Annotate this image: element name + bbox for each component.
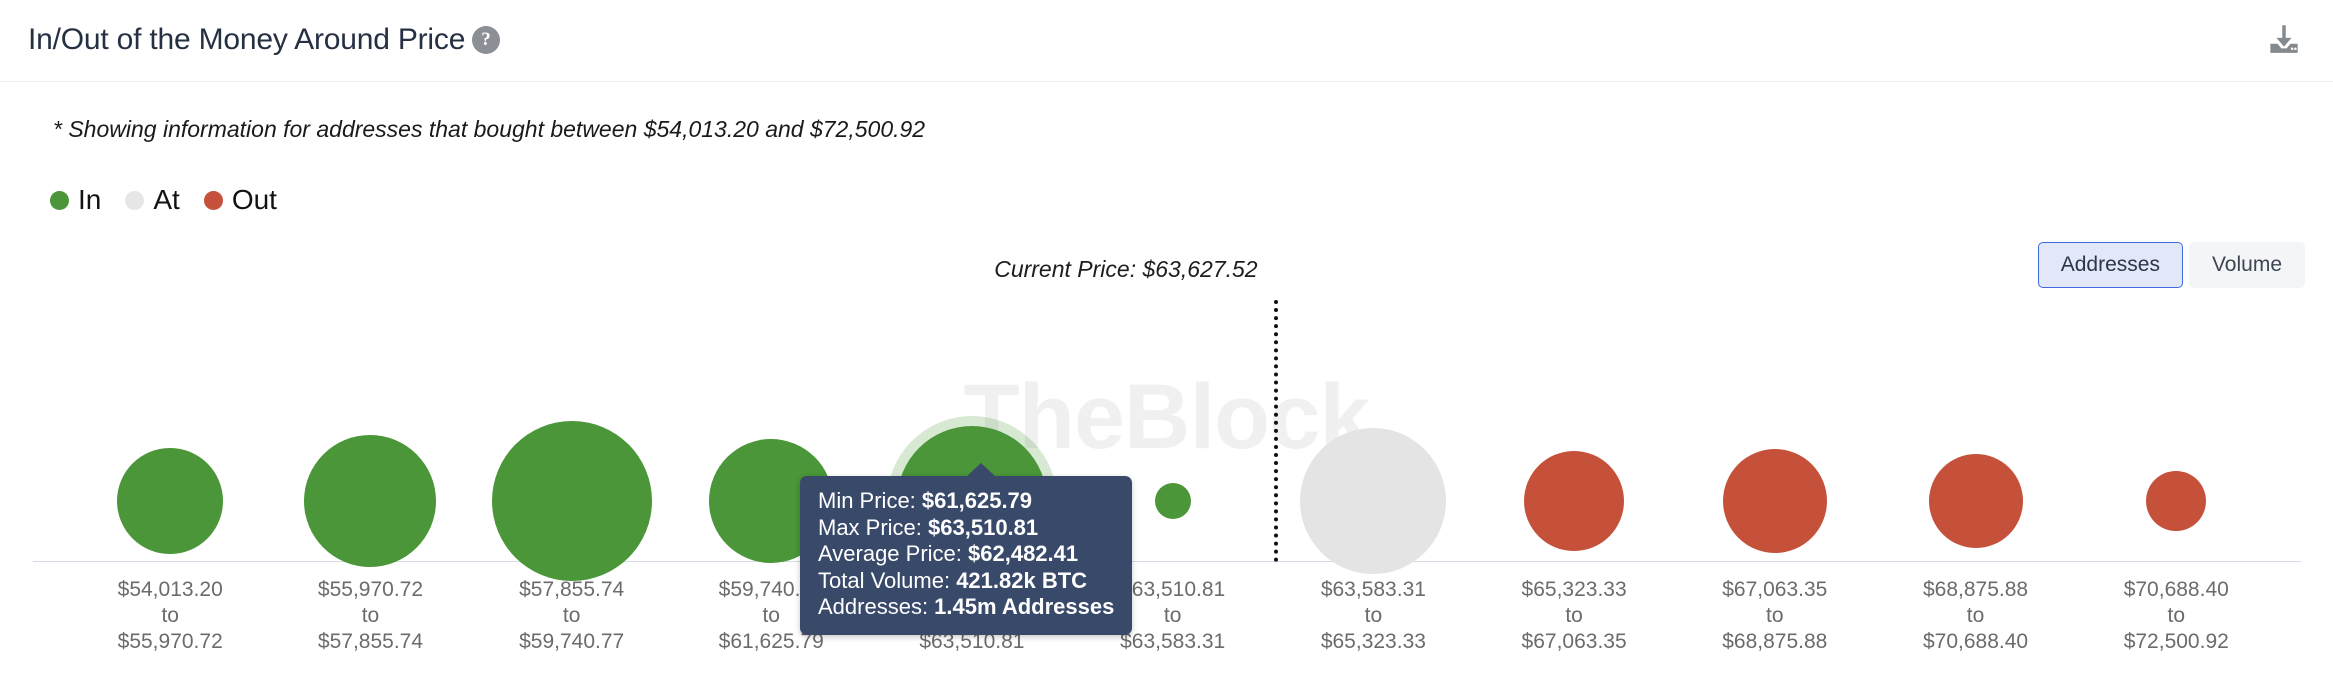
bubble-out-8[interactable] [1722,449,1827,553]
bubble-in-1[interactable] [304,435,437,567]
tooltip-row-2: Average Price: $62,482.41 [818,541,1114,568]
legend-item-at[interactable]: At [125,184,180,216]
x-axis-tick-7: $65,323.33 to $67,063.35 [1522,577,1627,655]
tab-volume[interactable]: Volume [2188,242,2305,288]
tick-line-2: to [1966,604,1985,627]
bubble-out-7[interactable] [1524,451,1625,551]
tick-line-3: $72,500.92 [2123,630,2229,653]
tick-line-1: $57,855.74 [519,578,625,601]
tooltip-key-3: Total Volume: [818,567,957,593]
page-title: In/Out of the Money Around Price [28,23,466,56]
tooltip-row-1: Max Price: $63,510.81 [818,515,1114,542]
help-icon[interactable]: ? [472,26,500,54]
tick-line-2: to [1163,604,1182,627]
legend-item-out[interactable]: Out [203,184,277,216]
bubble-in-2[interactable] [491,421,652,581]
bubble-out-9[interactable] [1928,454,2023,548]
tick-line-1: $55,970.72 [317,578,424,601]
tick-line-2: to [1364,604,1383,627]
metric-toggle-group: Addresses Volume [2037,242,2305,288]
current-price-label: Current Price: $63,627.52 [994,256,1258,282]
tick-line-3: $68,875.88 [1722,630,1828,653]
tick-line-3: $67,063.35 [1521,630,1627,653]
tick-line-1: $54,013.20 [117,578,223,601]
tick-line-1: $63,583.31 [1320,578,1426,601]
tooltip-arrow [966,463,996,477]
x-axis-tick-5: $63,510.81 to $63,583.31 [1120,577,1225,655]
card-header: In/Out of the Money Around Price ? [0,0,2333,82]
x-axis-tick-6: $63,583.31 to $65,323.33 [1321,577,1426,655]
tick-line-3: $57,855.74 [317,630,424,653]
tick-line-1: $68,875.88 [1922,578,2029,601]
plot-area: TheBlock Current Price: $63,627.52 [0,256,2333,581]
download-icon[interactable] [2263,20,2305,62]
legend-item-in[interactable]: In [50,184,101,216]
tick-line-1: $63,510.81 [1120,578,1226,601]
tick-line-1: $67,063.35 [1722,578,1828,601]
tooltip-value-1: $63,510.81 [928,514,1039,540]
legend-dot-in [50,190,69,210]
x-axis-labels: $54,013.20 to $55,970.72 $55,970.72 to $57,85… [0,577,2333,667]
bubble-in-0[interactable] [117,448,224,554]
tooltip-key-2: Average Price: [818,541,969,566]
tick-line-2: to [2167,604,2186,627]
legend-label-out: Out [231,184,277,215]
bubble-out-10[interactable] [2146,471,2207,531]
x-axis-tick-1: $55,970.72 to $57,855.74 [318,577,423,655]
chart-subtitle: * Showing information for addresses that… [53,116,926,142]
tick-line-1: $70,688.40 [2123,578,2229,601]
tooltip-key-1: Max Price: [818,514,929,540]
tooltip-value-2: $62,482.41 [968,541,1079,566]
tooltip-value-4: 1.45m Addresses [934,594,1115,619]
tooltip-row-4: Addresses: 1.45m Addresses [818,594,1114,621]
tooltip-row-3: Total Volume: 421.82k BTC [818,568,1114,595]
x-axis-tick-8: $67,063.35 to $68,875.88 [1722,577,1827,655]
tick-line-2: to [562,604,581,627]
tick-line-3: $65,323.33 [1320,630,1426,653]
legend-dot-out [203,190,223,210]
tooltip-row-0: Min Price: $61,625.79 [818,488,1114,515]
x-axis-tick-0: $54,013.20 to $55,970.72 [118,577,223,655]
tooltip-value-3: 421.82k BTC [956,567,1088,593]
bubble-at-6[interactable] [1300,428,1447,574]
x-axis-tick-2: $57,855.74 to $59,740.77 [519,577,624,655]
tick-line-3: $70,688.40 [1922,630,2029,653]
tooltip-key-4: Addresses: [818,594,935,619]
tooltip-value-0: $61,625.79 [921,488,1033,513]
chart-legend: In At Out [50,183,277,217]
x-axis-tick-9: $68,875.88 to $70,688.40 [1923,577,2028,655]
point-tooltip: Min Price: $61,625.79 Max Price: $63,510.… [800,463,1133,635]
tick-line-3: $63,583.31 [1120,630,1226,653]
tick-line-3: $59,740.77 [519,630,625,653]
tick-line-1: $65,323.33 [1521,578,1627,601]
chart-card: In/Out of the Money Around Price ? * Sho… [0,0,2333,697]
tick-line-2: to [1565,604,1583,627]
tooltip-key-0: Min Price: [818,488,922,513]
tick-line-2: to [161,604,179,627]
legend-dot-at [125,190,145,210]
tick-line-3: $55,970.72 [117,630,223,653]
tab-addresses[interactable]: Addresses [2037,242,2183,288]
current-price-line [1273,300,1278,562]
legend-label-in: In [78,184,102,215]
tick-line-2: to [1766,604,1784,627]
tick-line-2: to [361,604,380,627]
x-axis-tick-10: $70,688.40 to $72,500.92 [2124,577,2229,655]
legend-label-at: At [153,184,180,215]
bubble-in-5[interactable] [1154,483,1191,519]
